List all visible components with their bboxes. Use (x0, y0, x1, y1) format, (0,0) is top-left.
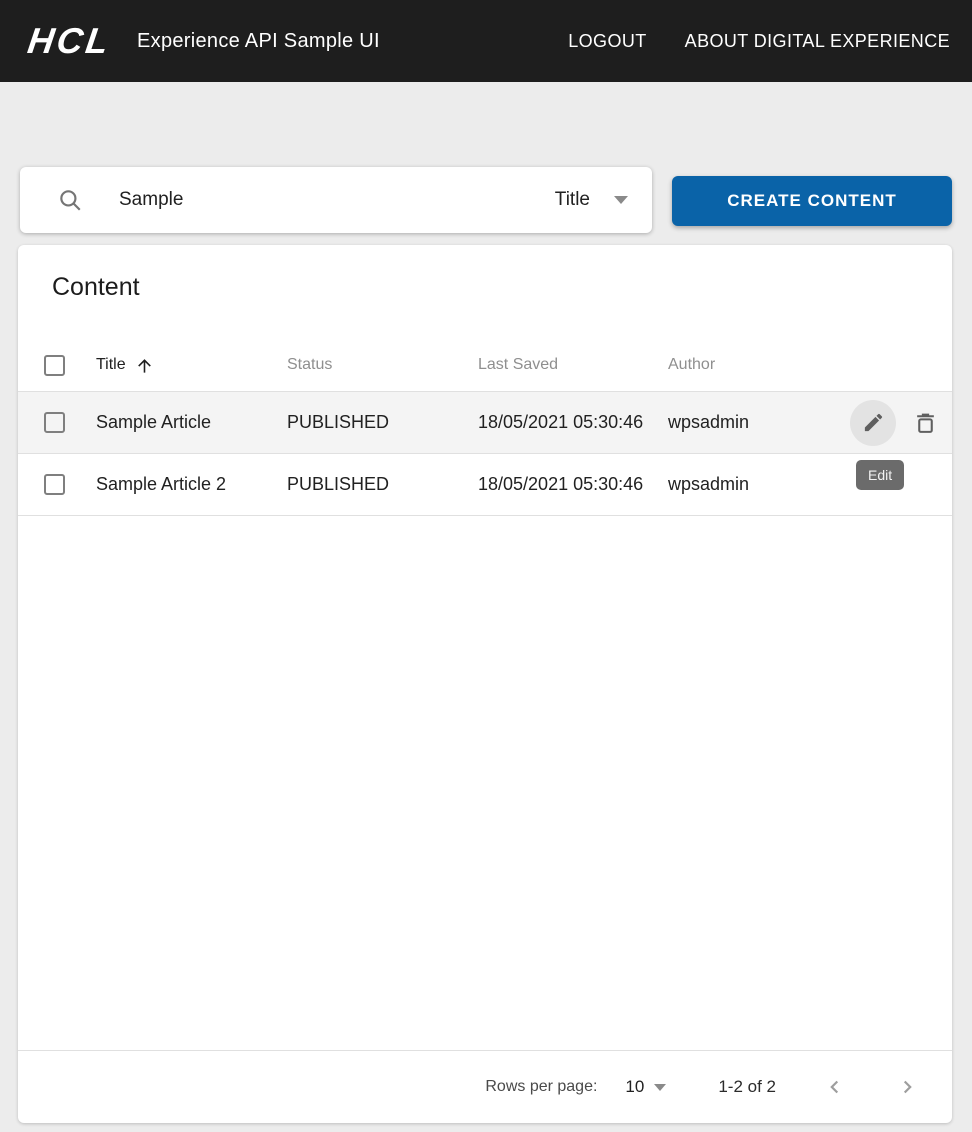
row-status: PUBLISHED (287, 412, 478, 433)
previous-page-button[interactable] (822, 1074, 848, 1100)
rows-per-page-dropdown[interactable]: 10 (625, 1077, 666, 1097)
next-page-button[interactable] (894, 1074, 920, 1100)
about-digital-experience-link[interactable]: ABOUT DIGITAL EXPERIENCE (685, 31, 950, 52)
row-actions (808, 400, 952, 446)
row-author: wpsadmin (668, 412, 808, 433)
search-field-selected: Title (555, 189, 590, 211)
column-header-title-label: Title (96, 356, 126, 374)
search-icon (57, 187, 83, 213)
pagination-range: 1-2 of 2 (718, 1077, 776, 1097)
column-header-title[interactable]: Title (96, 356, 287, 375)
column-header-status[interactable]: Status (287, 356, 478, 374)
search-field-dropdown[interactable]: Title (555, 189, 628, 211)
row-title: Sample Article (96, 412, 287, 433)
row-title: Sample Article 2 (96, 474, 287, 495)
chevron-down-icon (614, 196, 628, 204)
row-checkbox[interactable] (44, 474, 65, 495)
search-bar: Title (20, 167, 652, 233)
search-row: Title CREATE CONTENT (20, 167, 952, 233)
empty-rows-area (18, 516, 952, 1050)
chevron-right-icon (896, 1076, 918, 1098)
row-author: wpsadmin (668, 474, 808, 495)
chevron-left-icon (824, 1076, 846, 1098)
column-header-last-saved[interactable]: Last Saved (478, 356, 668, 374)
search-input[interactable] (119, 189, 555, 211)
logout-link[interactable]: LOGOUT (568, 31, 646, 52)
table-row[interactable]: Sample Article 2 PUBLISHED 18/05/2021 05… (18, 454, 952, 516)
app-header: HCL Experience API Sample UI LOGOUT ABOU… (0, 0, 972, 82)
hcl-logo: HCL (25, 20, 114, 62)
row-last-saved: 18/05/2021 05:30:46 (478, 474, 668, 495)
content-card: Content Title Status Last Saved Author S… (18, 245, 952, 1123)
edit-tooltip: Edit (856, 460, 904, 490)
row-status: PUBLISHED (287, 474, 478, 495)
rows-per-page-value: 10 (625, 1077, 644, 1097)
page-title: Content (52, 273, 952, 302)
app-title: Experience API Sample UI (137, 30, 380, 53)
table-row[interactable]: Sample Article PUBLISHED 18/05/2021 05:3… (18, 392, 952, 454)
rows-per-page-label: Rows per page: (485, 1078, 597, 1096)
edit-button[interactable] (850, 400, 896, 446)
header-checkbox-cell (44, 355, 96, 376)
delete-button[interactable] (908, 406, 942, 440)
trash-icon (913, 410, 938, 435)
row-last-saved: 18/05/2021 05:30:46 (478, 412, 668, 433)
pencil-icon (862, 411, 885, 434)
create-content-button[interactable]: CREATE CONTENT (672, 176, 952, 226)
row-checkbox[interactable] (44, 412, 65, 433)
chevron-down-icon (654, 1084, 666, 1091)
column-header-author[interactable]: Author (668, 356, 808, 374)
select-all-checkbox[interactable] (44, 355, 65, 376)
table-header-row: Title Status Last Saved Author (18, 339, 952, 392)
row-checkbox-cell (44, 412, 96, 433)
sort-arrow-up-icon (135, 356, 154, 375)
row-checkbox-cell (44, 474, 96, 495)
table-pagination: Rows per page: 10 1-2 of 2 (18, 1050, 952, 1123)
